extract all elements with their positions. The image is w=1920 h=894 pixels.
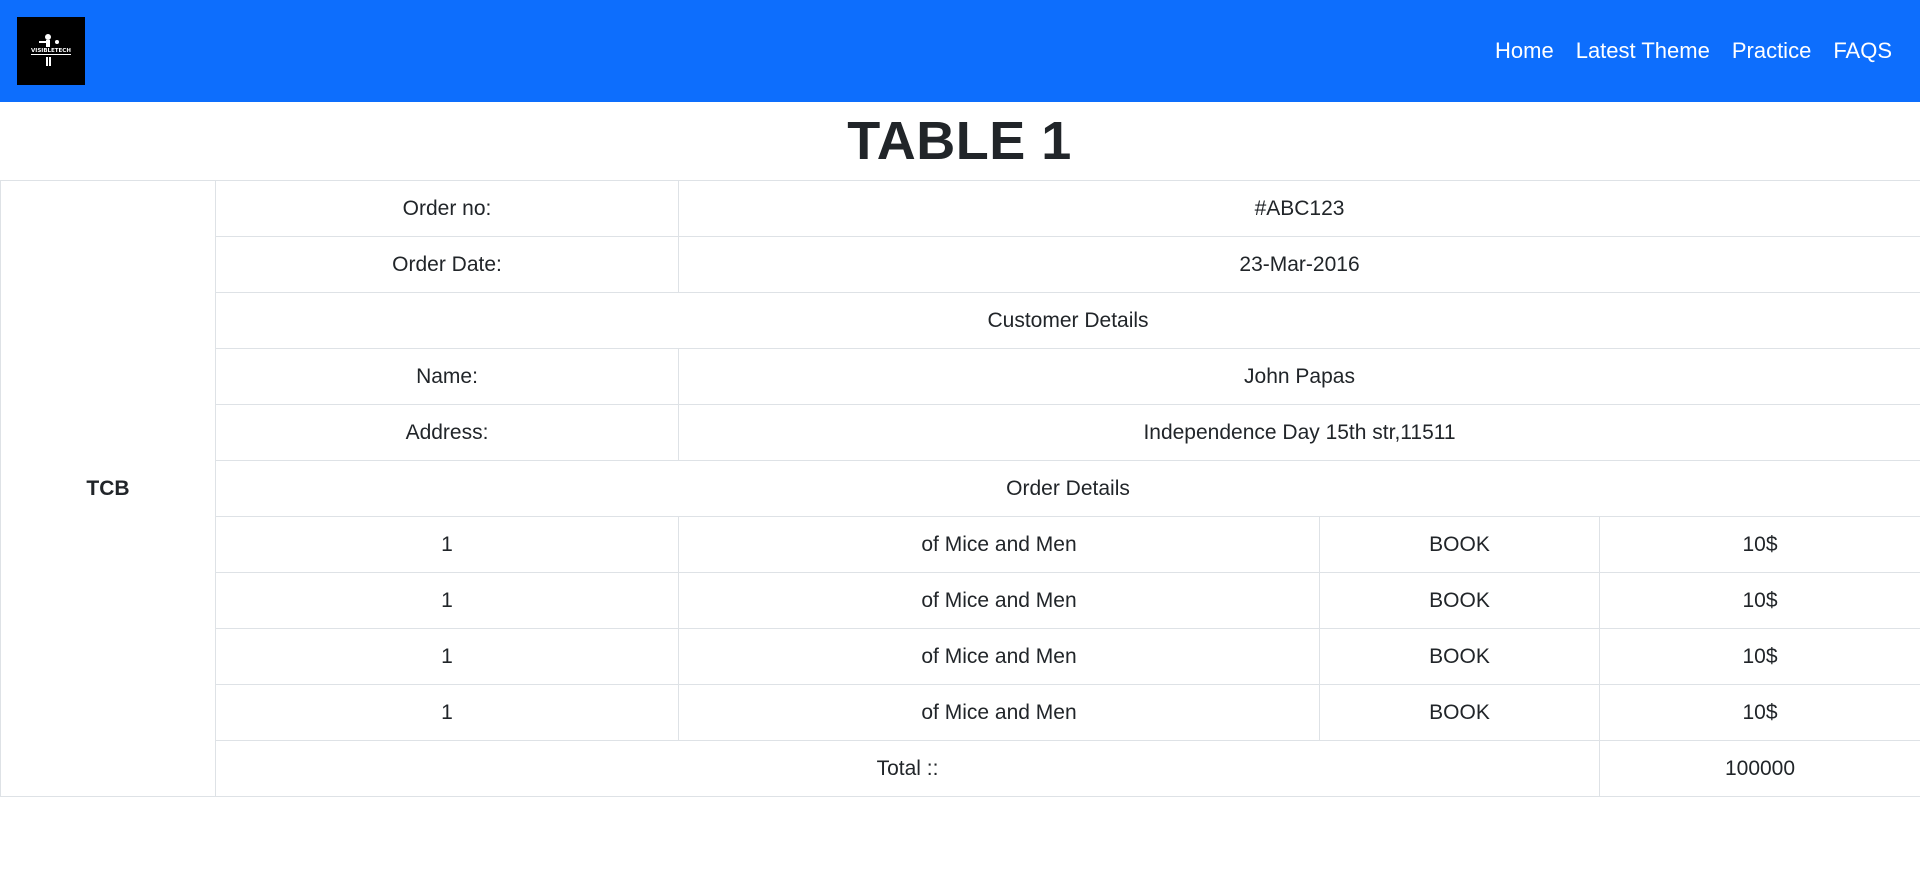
table-row-order-date: Order Date: 23-Mar-2016 (1, 236, 1920, 293)
table-row-address: Address: Independence Day 15th str,11511 (1, 404, 1920, 461)
total-value: 100000 (1598, 740, 1920, 797)
item-qty: 1 (215, 516, 679, 573)
svg-text:VISIBLETECH: VISIBLETECH (31, 48, 71, 54)
brand-logo[interactable]: VISIBLETECH (17, 17, 85, 85)
table-row-order-heading: Order Details (1, 460, 1920, 517)
item-title: of Mice and Men (678, 572, 1320, 629)
table-row-item: 1 of Mice and Men BOOK 10$ (1, 572, 1920, 629)
order-no-label: Order no: (215, 180, 679, 237)
visibletech-logo-icon: VISIBLETECH (31, 34, 71, 66)
item-price: 10$ (1598, 516, 1920, 573)
item-price: 10$ (1598, 684, 1920, 741)
item-title: of Mice and Men (678, 628, 1320, 685)
order-date-value: 23-Mar-2016 (677, 236, 1920, 293)
top-navbar: VISIBLETECH Home Latest Theme Practice F… (0, 0, 1920, 102)
table-row-item: 1 of Mice and Men BOOK 10$ (1, 684, 1920, 741)
page-title: TABLE 1 (847, 111, 1072, 171)
customer-details-heading: Customer Details (214, 292, 1920, 349)
table-row-item: 1 of Mice and Men BOOK 10$ (1, 628, 1920, 685)
order-date-label: Order Date: (215, 236, 679, 293)
table-row-name: Name: John Papas (1, 348, 1920, 405)
item-type: BOOK (1319, 572, 1600, 629)
name-label: Name: (215, 348, 679, 405)
nav-links: Home Latest Theme Practice FAQS (1495, 40, 1892, 62)
item-type: BOOK (1319, 516, 1600, 573)
total-label: Total :: (215, 740, 1600, 797)
item-qty: 1 (215, 684, 679, 741)
item-price: 10$ (1598, 628, 1920, 685)
item-title: of Mice and Men (678, 516, 1320, 573)
item-price: 10$ (1598, 572, 1920, 629)
name-value: John Papas (677, 348, 1920, 405)
address-value: Independence Day 15th str,11511 (677, 404, 1920, 461)
nav-link-faqs[interactable]: FAQS (1833, 40, 1892, 62)
table-row-item: 1 of Mice and Men BOOK 10$ (1, 516, 1920, 573)
table-row-order-no: TCB Order no: #ABC123 (0, 180, 1920, 797)
address-label: Address: (215, 404, 679, 461)
order-no-value: #ABC123 (677, 180, 1920, 237)
nav-link-practice[interactable]: Practice (1732, 40, 1811, 62)
table-row-total: Total :: 100000 (1, 740, 1920, 797)
order-table: TCB Order no: #ABC123 Order Date: 23-Mar… (0, 180, 1920, 797)
item-qty: 1 (215, 572, 679, 629)
item-qty: 1 (215, 628, 679, 685)
item-type: BOOK (1319, 628, 1600, 685)
order-details-heading: Order Details (214, 460, 1920, 517)
side-label: TCB (0, 180, 216, 797)
item-title: of Mice and Men (678, 684, 1320, 741)
table-row-customer-heading: Customer Details (1, 292, 1920, 349)
item-type: BOOK (1319, 684, 1600, 741)
nav-link-latest-theme[interactable]: Latest Theme (1576, 40, 1710, 62)
nav-link-home[interactable]: Home (1495, 40, 1554, 62)
